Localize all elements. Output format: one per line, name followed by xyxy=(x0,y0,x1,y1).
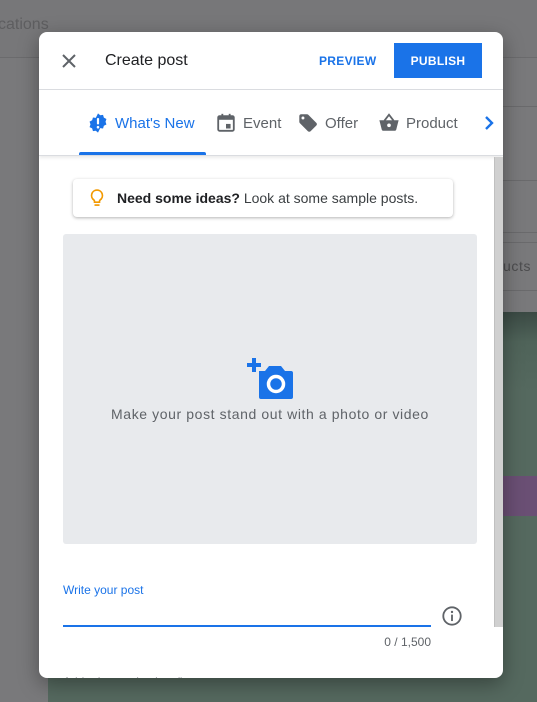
info-icon xyxy=(442,606,462,626)
add-photo-video-area[interactable]: Make your post stand out with a photo or… xyxy=(63,234,477,544)
shopping-basket-icon xyxy=(379,113,399,131)
preview-button[interactable]: PREVIEW xyxy=(309,43,386,79)
tab-label: Event xyxy=(243,114,282,132)
post-info-button[interactable] xyxy=(441,605,463,627)
tab-product[interactable]: Product xyxy=(378,90,458,156)
sample-posts-text: Need some ideas? Look at some sample pos… xyxy=(117,190,418,206)
tab-label: What's New xyxy=(115,114,195,132)
content-scrollbar[interactable] xyxy=(494,157,503,627)
add-media-text: Make your post stand out with a photo or… xyxy=(111,406,429,422)
post-type-tabs: What's New Event Offer Product xyxy=(39,90,503,156)
tabs-scroll-next-button[interactable] xyxy=(479,112,499,134)
whats-new-icon xyxy=(89,113,107,133)
background-divider xyxy=(500,180,537,181)
publish-button[interactable]: PUBLISH xyxy=(394,43,482,78)
background-divider xyxy=(500,232,537,233)
dialog-title: Create post xyxy=(105,52,188,69)
add-photo-icon xyxy=(247,358,293,399)
active-tab-indicator xyxy=(79,152,206,155)
lightbulb-icon xyxy=(90,189,104,206)
dialog-content: Need some ideas? Look at some sample pos… xyxy=(39,157,503,678)
background-divider xyxy=(500,242,537,243)
tab-whats-new[interactable]: What's New xyxy=(87,90,195,156)
tab-label: Product xyxy=(406,114,458,132)
background-highlight xyxy=(503,476,537,516)
tab-label: Offer xyxy=(325,114,359,132)
background-divider xyxy=(500,106,537,107)
post-text-input[interactable] xyxy=(63,601,431,627)
dialog-header: Create post PREVIEW PUBLISH xyxy=(39,32,503,90)
add-button-label: Add a button (optional) xyxy=(63,675,184,678)
tab-event[interactable]: Event xyxy=(215,90,281,156)
chevron-right-icon xyxy=(485,116,494,130)
sample-posts-bold: Need some ideas? xyxy=(117,190,240,206)
close-icon xyxy=(62,54,76,68)
calendar-icon xyxy=(217,113,235,132)
background-products-label: ucts xyxy=(503,258,532,274)
background-divider xyxy=(500,290,537,291)
tab-offer[interactable]: Offer xyxy=(297,90,358,156)
sample-posts-card[interactable]: Need some ideas? Look at some sample pos… xyxy=(73,179,453,217)
post-field-label: Write your post xyxy=(63,583,144,597)
close-button[interactable] xyxy=(57,49,81,73)
sample-posts-link-text: Look at some sample posts. xyxy=(239,190,419,206)
create-post-dialog: Create post PREVIEW PUBLISH What's New E… xyxy=(39,32,503,678)
character-counter: 0 / 1,500 xyxy=(384,635,431,649)
tag-icon xyxy=(299,114,317,132)
